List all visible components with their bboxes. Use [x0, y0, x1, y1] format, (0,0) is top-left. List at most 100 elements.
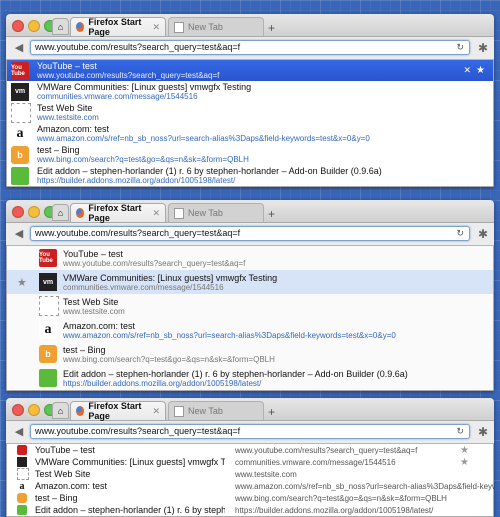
- tab-firefox-start-page[interactable]: Firefox Start Page ✕: [70, 17, 166, 37]
- tab-label: Firefox Start Page: [88, 17, 142, 37]
- nav-bar: ◀ www.youtube.com/results?search_query=t…: [6, 421, 494, 444]
- close-icon[interactable]: ✕: [463, 65, 471, 76]
- result-url: communities.vmware.com/message/1544516: [63, 282, 224, 292]
- list-item[interactable]: test – Bing www.bing.com/search?q=test&g…: [7, 492, 493, 504]
- list-item[interactable]: YouTube – test www.youtube.com/results?s…: [7, 444, 493, 456]
- result-title: Test Web Site: [63, 296, 119, 307]
- tab-label: Firefox Start Page: [88, 401, 142, 421]
- youtube-icon: [17, 445, 27, 455]
- browser-window-3: ⌂ Firefox Start Page ✕ New Tab + ◀ www.y…: [6, 398, 494, 517]
- result-title: Amazon.com: test: [63, 320, 136, 331]
- list-item[interactable]: b test – Bing www.bing.com/search?q=test&…: [7, 342, 493, 366]
- back-button[interactable]: ◀: [12, 41, 26, 55]
- result-title: Test Web Site: [35, 469, 91, 479]
- tab-new-tab[interactable]: New Tab: [168, 401, 264, 420]
- list-item[interactable]: You Tube YouTube – test www.youtube.com/r…: [7, 60, 493, 81]
- home-tab-button[interactable]: ⌂: [52, 402, 69, 419]
- result-title: VMWare Communities: [Linux guests] vmwgf…: [35, 457, 225, 467]
- close-window-button[interactable]: [12, 404, 24, 416]
- vmware-icon: vm: [11, 82, 29, 101]
- gear-icon[interactable]: ✱: [478, 41, 488, 55]
- youtube-icon: You Tube: [11, 61, 29, 80]
- list-item[interactable]: a Amazon.com: test www.amazon.com/s/ref=n…: [7, 318, 493, 342]
- autocomplete-popup: You Tube YouTube – test www.youtube.com/r…: [6, 246, 494, 391]
- url-input[interactable]: www.youtube.com/results?search_query=tes…: [30, 226, 470, 241]
- home-tab-button[interactable]: ⌂: [52, 18, 69, 35]
- window-controls: [12, 20, 56, 32]
- home-tab-button[interactable]: ⌂: [52, 204, 69, 221]
- star-icon[interactable]: ★: [476, 65, 485, 76]
- list-item[interactable]: Test Web Site www.testsite.com: [7, 294, 493, 318]
- list-item[interactable]: Test Web Site www.testsite.com: [7, 468, 493, 480]
- vmware-icon: vm: [39, 273, 57, 291]
- gear-icon[interactable]: ✱: [478, 227, 488, 241]
- close-tab-icon[interactable]: ✕: [152, 406, 160, 417]
- result-url: www.bing.com/search?q=test&go=&qs=n&sk=&…: [63, 354, 275, 364]
- list-item[interactable]: b test – Bing www.bing.com/search?q=test&…: [7, 144, 493, 165]
- window-controls: [12, 404, 56, 416]
- firefox-icon: [76, 22, 85, 32]
- reload-icon[interactable]: ↻: [456, 227, 464, 240]
- puzzle-icon: [17, 505, 27, 515]
- home-icon: ⌂: [57, 207, 64, 218]
- blank-page-icon: [174, 405, 184, 417]
- home-icon: ⌂: [57, 405, 64, 416]
- result-title: VMWare Communities: [Linux guests] vmwgf…: [63, 272, 278, 283]
- tab-new-tab[interactable]: New Tab: [168, 17, 264, 36]
- list-item[interactable]: You Tube YouTube – test www.youtube.com/r…: [7, 246, 493, 270]
- autocomplete-popup: You Tube YouTube – test www.youtube.com/r…: [6, 60, 494, 187]
- back-button[interactable]: ◀: [12, 425, 26, 439]
- result-url: www.testsite.com: [37, 113, 99, 122]
- blank-page-icon: [17, 468, 29, 480]
- blank-page-icon: [174, 207, 184, 219]
- tab-label: New Tab: [188, 22, 223, 32]
- result-url: www.testsite.com: [235, 469, 297, 479]
- minimize-window-button[interactable]: [28, 206, 40, 218]
- result-url: www.amazon.com/s/ref=nb_sb_noss?url=sear…: [37, 134, 370, 143]
- url-input[interactable]: www.youtube.com/results?search_query=tes…: [30, 424, 470, 439]
- list-item[interactable]: a Amazon.com: test www.amazon.com/s/ref=n…: [7, 123, 493, 144]
- result-url: www.bing.com/search?q=test&go=&qs=n&sk=&…: [235, 493, 447, 503]
- new-tab-button[interactable]: +: [268, 204, 275, 223]
- star-icon[interactable]: ★: [460, 445, 469, 456]
- result-title: YouTube – test: [63, 248, 123, 259]
- reload-icon[interactable]: ↻: [456, 425, 464, 438]
- close-window-button[interactable]: [12, 20, 24, 32]
- tab-firefox-start-page[interactable]: Firefox Start Page ✕: [70, 401, 166, 421]
- list-item[interactable]: Test Web Site www.testsite.com: [7, 102, 493, 123]
- result-url: www.amazon.com/s/ref=nb_sb_noss?url=sear…: [63, 330, 396, 340]
- result-title: YouTube – test: [35, 445, 95, 455]
- back-button[interactable]: ◀: [12, 227, 26, 241]
- tab-label: New Tab: [188, 406, 223, 416]
- list-item[interactable]: ★ vm VMWare Communities: [Linux guests] …: [7, 270, 493, 294]
- list-item[interactable]: a Amazon.com: test www.amazon.com/s/ref=…: [7, 480, 494, 492]
- close-tab-icon[interactable]: ✕: [152, 22, 160, 33]
- result-title: test – Bing: [37, 145, 80, 155]
- tab-new-tab[interactable]: New Tab: [168, 203, 264, 222]
- tab-firefox-start-page[interactable]: Firefox Start Page ✕: [70, 203, 166, 223]
- vmware-icon: [17, 457, 27, 467]
- list-item[interactable]: vm VMWare Communities: [Linux guests] vm…: [7, 81, 493, 102]
- new-tab-button[interactable]: +: [268, 402, 275, 421]
- minimize-window-button[interactable]: [28, 20, 40, 32]
- result-title: Edit addon – stephen-horlander (1) r. 6 …: [35, 505, 225, 515]
- list-item[interactable]: Edit addon – stephen-horlander (1) r. 6 …: [7, 165, 493, 186]
- list-item[interactable]: Edit addon – stephen-horlander (1) r. 6 …: [7, 504, 493, 516]
- list-item[interactable]: Edit addon – stephen-horlander (1) r. 6 …: [7, 366, 493, 390]
- reload-icon[interactable]: ↻: [456, 41, 464, 54]
- blank-page-icon: [174, 21, 184, 33]
- close-tab-icon[interactable]: ✕: [152, 208, 160, 219]
- result-url: communities.vmware.com/message/1544516: [235, 457, 396, 467]
- url-input[interactable]: www.youtube.com/results?search_query=tes…: [30, 40, 470, 55]
- amazon-icon: a: [17, 481, 27, 492]
- url-text: www.youtube.com/results?search_query=tes…: [35, 42, 241, 52]
- tab-label: New Tab: [188, 208, 223, 218]
- autocomplete-popup: YouTube – test www.youtube.com/results?s…: [6, 444, 494, 517]
- star-icon[interactable]: ★: [17, 276, 27, 289]
- gear-icon[interactable]: ✱: [478, 425, 488, 439]
- list-item[interactable]: VMWare Communities: [Linux guests] vmwgf…: [7, 456, 493, 468]
- minimize-window-button[interactable]: [28, 404, 40, 416]
- close-window-button[interactable]: [12, 206, 24, 218]
- new-tab-button[interactable]: +: [268, 18, 275, 37]
- star-icon[interactable]: ★: [460, 457, 469, 468]
